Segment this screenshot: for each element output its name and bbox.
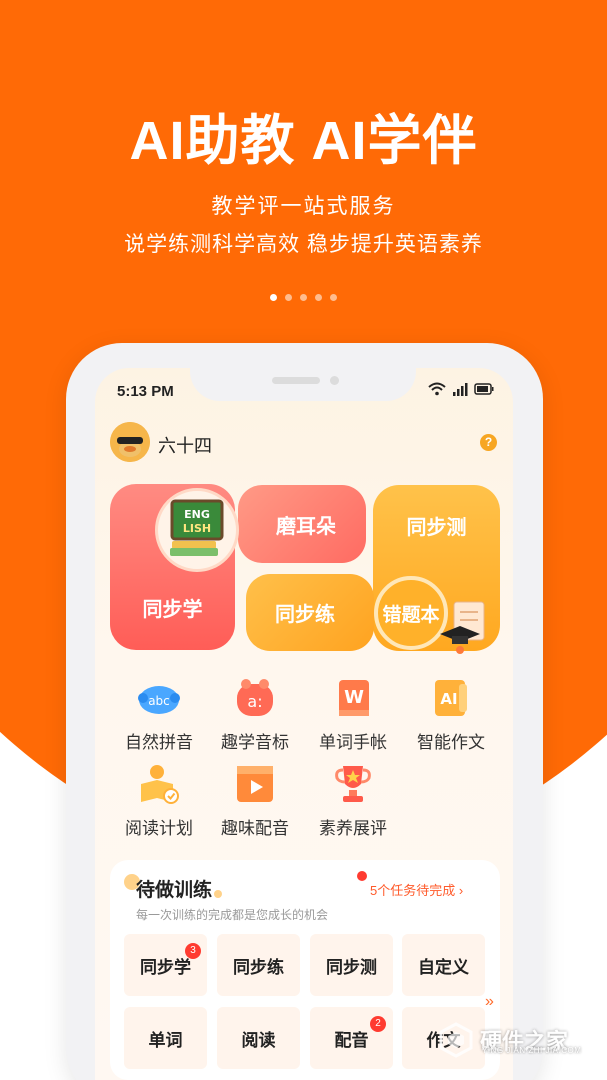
signal-icon — [453, 383, 468, 396]
tile-moerduo[interactable]: 磨耳朵 — [238, 485, 366, 563]
watermark-subtext: YING JIAN ZHI JIA.COM — [482, 1046, 582, 1055]
title-decoration — [214, 890, 222, 898]
svg-text:abc: abc — [148, 694, 170, 708]
graduation-cap-icon — [440, 601, 485, 654]
task-button-label: 自定义 — [418, 957, 469, 977]
tool-label: 单词手帐 — [319, 733, 387, 752]
battery-icon — [474, 383, 494, 395]
carousel-dot-5[interactable] — [330, 294, 337, 301]
task-subtitle: 每一次训练的完成都是您成长的机会 — [136, 908, 329, 922]
count-badge: 2 — [370, 1016, 386, 1032]
phonetic-icon: a: — [233, 676, 277, 720]
tool-danci[interactable]: W 单词手帐 — [308, 676, 398, 753]
carousel-dot-2[interactable] — [285, 294, 292, 301]
carousel-dot-1[interactable] — [270, 294, 277, 301]
carousel-dot-4[interactable] — [315, 294, 322, 301]
phone-camera — [330, 376, 339, 385]
status-time: 5:13 PM — [117, 383, 174, 400]
tile-cuotiben-label: 错题本 — [382, 604, 440, 626]
hero-subtitle-2: 说学练测科学高效 稳步提升英语素养 — [124, 233, 483, 256]
count-badge: 3 — [185, 943, 201, 959]
watermark: 硬件之家 — [438, 1010, 598, 1070]
task-button-label: 同步学 — [140, 957, 191, 977]
task-button-zidingyi[interactable]: 自定义 — [402, 934, 485, 996]
wifi-icon — [428, 382, 446, 396]
tool-suyangzhanping[interactable]: 素养展评 — [308, 762, 398, 839]
svg-text:W: W — [344, 687, 364, 708]
tile-tongbuce-label: 同步测 — [406, 517, 467, 539]
tool-quxueyinbiao[interactable]: a: 趣学音标 — [210, 676, 300, 753]
tool-label: 趣味配音 — [221, 819, 289, 838]
task-button-label: 单词 — [148, 1030, 183, 1050]
tile-tongbulian[interactable]: 同步练 — [246, 574, 374, 651]
double-chevron-right-icon[interactable]: » — [485, 993, 494, 1011]
hero-subtitle-1: 教学评一站式服务 — [211, 195, 396, 218]
username: 六十四 — [158, 436, 212, 456]
task-button-label: 阅读 — [241, 1030, 276, 1050]
duck-avatar-icon — [110, 422, 150, 462]
phone-notch — [190, 343, 416, 401]
english-badge-text-1: ENG — [184, 508, 210, 521]
english-book-icon: ENG LISH — [170, 499, 224, 556]
tile-tongbulian-label: 同步练 — [275, 604, 335, 626]
tile-cuotiben[interactable]: 错题本 — [374, 576, 448, 650]
tool-quweipeiyin[interactable]: 趣味配音 — [210, 762, 300, 839]
word-book-icon: W — [331, 676, 375, 720]
hero-headline: AI助教 AI学伴 — [129, 111, 478, 171]
task-button-tongbulian[interactable]: 同步练 — [217, 934, 300, 996]
tile-moerduo-label: 磨耳朵 — [276, 515, 336, 538]
trophy-icon — [331, 762, 375, 806]
abc-icon: abc — [137, 676, 181, 720]
carousel-dot-3[interactable] — [300, 294, 307, 301]
tool-ziranpinyin[interactable]: abc 自然拼音 — [114, 676, 204, 753]
reading-plan-icon — [137, 762, 181, 806]
tile-tongbuxue-label: 同步学 — [142, 599, 203, 621]
task-button-danci[interactable]: 单词 — [124, 1007, 207, 1069]
tool-zhinengzuowen[interactable]: AI 智能作文 — [406, 676, 496, 753]
task-button-label: 同步练 — [233, 957, 284, 977]
carousel-dots — [0, 294, 607, 301]
tool-yuedujihua[interactable]: 阅读计划 — [114, 762, 204, 839]
status-icons — [428, 382, 494, 396]
task-button-label: 同步测 — [326, 957, 377, 977]
english-badge-text-2: LISH — [183, 522, 211, 535]
english-badge: ENG LISH — [155, 488, 239, 572]
watermark-logo-icon — [439, 1022, 473, 1058]
ai-writing-icon: AI — [429, 676, 473, 720]
svg-text:AI: AI — [440, 690, 457, 708]
task-button-tongbuce[interactable]: 同步测 — [310, 934, 393, 996]
task-button-label: 配音 — [334, 1030, 369, 1050]
svg-text:a:: a: — [247, 692, 262, 711]
pending-tasks-label: 5个任务待完成 — [370, 883, 456, 898]
tool-label: 素养展评 — [319, 819, 387, 838]
pending-tasks-link[interactable]: 5个任务待完成 › — [370, 880, 463, 899]
notification-dot — [357, 871, 367, 881]
tool-label: 阅读计划 — [125, 819, 193, 838]
tool-label: 自然拼音 — [125, 733, 193, 752]
avatar[interactable] — [110, 422, 150, 462]
video-dubbing-icon — [233, 762, 277, 806]
task-button-yuedu[interactable]: 阅读 — [217, 1007, 300, 1069]
task-title: 待做训练 — [136, 880, 213, 901]
tool-label: 智能作文 — [417, 733, 485, 752]
help-icon[interactable]: ? — [480, 434, 497, 451]
phone-speaker — [272, 377, 320, 384]
chevron-right-icon: › — [458, 883, 464, 898]
tool-label: 趣学音标 — [221, 733, 289, 752]
